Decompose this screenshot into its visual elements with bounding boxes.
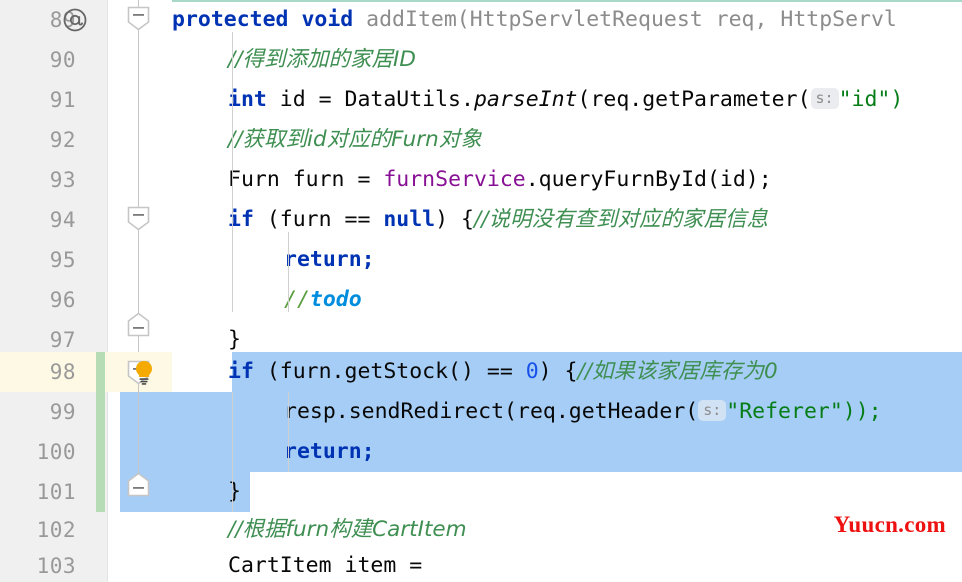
- line-number-99: 99: [49, 400, 76, 424]
- token-close-brace: }: [228, 479, 241, 504]
- token-call: (req.getParameter(: [577, 87, 811, 112]
- fold-collapse-icon-line-94[interactable]: [127, 206, 150, 231]
- token-assign: id = DataUtils.: [266, 87, 474, 112]
- indent-guide-3: [232, 392, 233, 512]
- fold-region-line-top: [138, 0, 139, 352]
- fold-end-icon-line-101[interactable]: [127, 472, 150, 497]
- token-comment: //说明没有查到对应的家居信息: [473, 207, 768, 232]
- token-brace: ) {: [435, 207, 474, 232]
- token-field-furnservice: furnService: [383, 167, 526, 192]
- code-line-91[interactable]: 91 int id = DataUtils.parseInt(req.getPa…: [0, 80, 962, 120]
- line-number-95: 95: [49, 248, 76, 272]
- override-marker-icon[interactable]: [62, 7, 88, 33]
- line-number-92: 92: [49, 128, 76, 152]
- token-decl: Furn furn =: [228, 167, 384, 192]
- param-hint-chip[interactable]: s:: [698, 400, 727, 421]
- token-decl: CartItem item =: [228, 553, 423, 578]
- token-cond: (furn ==: [253, 207, 384, 232]
- indent-guide-4: [288, 392, 289, 472]
- code-line-90[interactable]: 90 //得到添加的家居ID: [0, 40, 962, 80]
- token-keyword-int: int: [228, 87, 267, 112]
- line-content-90[interactable]: //得到添加的家居ID: [172, 40, 416, 80]
- token-number-zero: 0: [525, 359, 539, 384]
- param-hint-chip[interactable]: s:: [810, 88, 839, 109]
- code-line-100[interactable]: 100 return;: [0, 432, 962, 472]
- code-line-95[interactable]: 95 return;: [0, 240, 962, 280]
- token-keyword: protected void: [172, 7, 367, 32]
- line-content-102[interactable]: //根据furn构建CartItem: [172, 510, 467, 550]
- line-content-99[interactable]: resp.sendRedirect(req.getHeader(s: "Refer…: [172, 392, 882, 432]
- code-editor[interactable]: 89 protected void addItem(HttpServletReq…: [0, 0, 962, 582]
- line-content-100[interactable]: return;: [172, 432, 375, 472]
- token-keyword-return: return;: [284, 439, 375, 464]
- vcs-change-marker[interactable]: [96, 352, 105, 512]
- token-brace: ) {: [538, 359, 578, 384]
- token-keyword-return: return;: [284, 247, 375, 272]
- watermark: Yuucn.com: [833, 512, 946, 537]
- token-comment: //得到添加的家居ID: [228, 47, 416, 72]
- token-call: resp.sendRedirect(req.getHeader(: [284, 399, 699, 424]
- line-number-90: 90: [49, 48, 76, 72]
- line-content-92[interactable]: //获取到id对应的Furn对象: [172, 120, 482, 160]
- token-keyword-null: null: [383, 207, 436, 232]
- line-content-94[interactable]: if (furn == null) {//说明没有查到对应的家居信息: [172, 200, 768, 240]
- token-static-method: parseInt: [473, 87, 578, 112]
- line-content-93[interactable]: Furn furn = furnService.queryFurnById(id…: [172, 160, 772, 200]
- line-number-103: 103: [36, 554, 76, 578]
- line-number-100: 100: [36, 440, 76, 464]
- token-comment: //获取到id对应的Furn对象: [228, 127, 482, 152]
- line-number-98: 98: [49, 360, 76, 384]
- line-content-101[interactable]: }: [172, 472, 241, 512]
- line-number-91: 91: [49, 88, 76, 112]
- intention-bulb-icon[interactable]: [130, 358, 158, 386]
- line-number-93: 93: [49, 168, 76, 192]
- token-method-call: .queryFurnById(id);: [525, 167, 772, 192]
- code-line-99[interactable]: 99 resp.sendRedirect(req.getHeader(s: "Re…: [0, 392, 962, 432]
- token-close-brace: }: [228, 327, 241, 352]
- code-line-93[interactable]: 93 Furn furn = furnService.queryFurnById…: [0, 160, 962, 200]
- code-line-102[interactable]: 102 //根据furn构建CartItem: [0, 510, 962, 550]
- method-separator: [172, 0, 962, 2]
- line-content-91[interactable]: int id = DataUtils.parseInt(req.getParam…: [172, 80, 903, 120]
- line-content-95[interactable]: return;: [172, 240, 375, 280]
- line-number-96: 96: [49, 288, 76, 312]
- token-cond: (furn.getStock() ==: [253, 359, 526, 384]
- fold-end-icon-line-97[interactable]: [127, 312, 150, 337]
- token-comment: //根据furn构建CartItem: [228, 517, 467, 542]
- token-string-referer: "Referer"));: [726, 399, 882, 424]
- indent-guide-1: [232, 32, 233, 312]
- token-method-signature: addItem(HttpServletRequest req, HttpServ…: [366, 7, 897, 32]
- token-keyword-if: if: [228, 359, 254, 384]
- token-string-id: "id"): [838, 87, 904, 112]
- line-content-103[interactable]: CartItem item =: [172, 546, 422, 582]
- code-line-103[interactable]: 103 CartItem item =: [0, 546, 962, 582]
- indent-guide-2: [288, 232, 289, 312]
- line-content-98[interactable]: if (furn.getStock() == 0) {//如果该家居库存为0: [172, 352, 778, 392]
- line-content-96[interactable]: //todo: [172, 280, 362, 320]
- line-number-102: 102: [36, 518, 76, 542]
- line-number-94: 94: [49, 208, 76, 232]
- token-comment: //如果该家居库存为0: [577, 359, 778, 384]
- line-number-101: 101: [36, 480, 76, 504]
- code-line-92[interactable]: 92 //获取到id对应的Furn对象: [0, 120, 962, 160]
- fold-collapse-icon-line-89[interactable]: [127, 6, 150, 31]
- line-content-89[interactable]: protected void addItem(HttpServletReques…: [172, 0, 897, 40]
- token-todo: todo: [309, 287, 362, 312]
